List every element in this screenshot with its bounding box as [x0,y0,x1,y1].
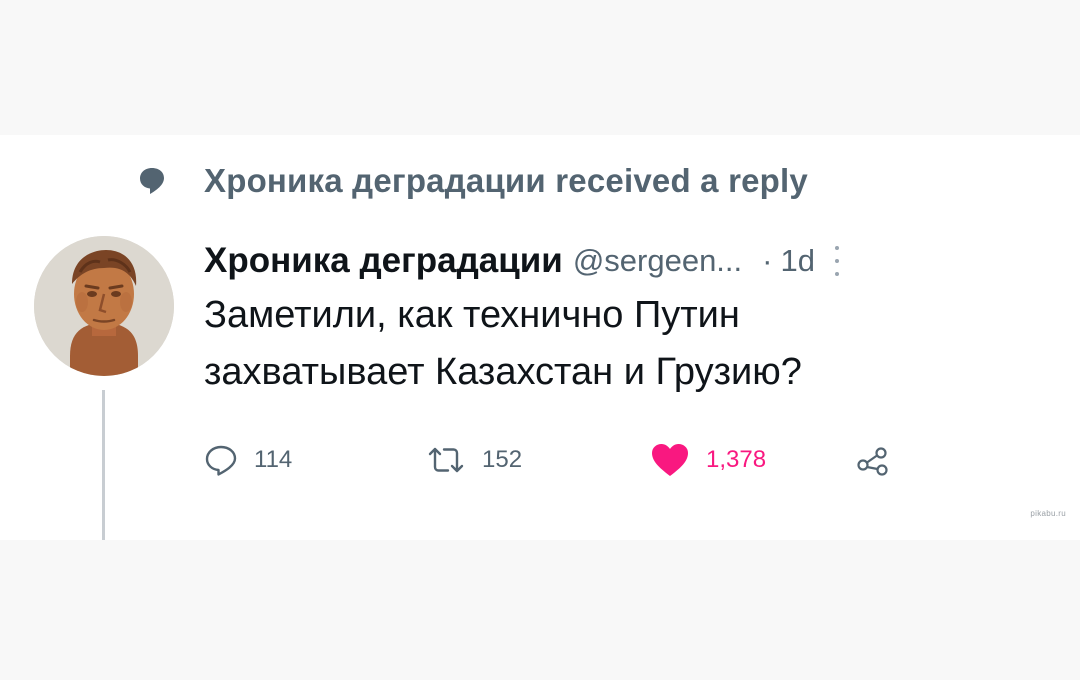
thread-line [102,390,105,540]
timestamp[interactable]: 1d [780,243,814,279]
reply-count: 114 [254,446,293,473]
share-button[interactable] [856,435,890,485]
avatar[interactable] [34,236,174,376]
share-icon [856,443,890,477]
speech-bubble-icon [136,161,168,201]
display-name[interactable]: Хроника деградации [204,241,563,281]
reply-icon [204,443,238,477]
tweet-text-line: Заметили, как технично Путин [204,294,740,336]
heart-icon [650,442,690,478]
separator-dot: · [762,243,773,278]
notification-context: Хроника деградации received a reply [136,161,808,201]
notification-card[interactable]: Хроника деградации received a reply Хрон… [0,135,1080,540]
action-bar: 114 152 1,378 [204,435,924,485]
like-button[interactable]: 1,378 [650,435,766,485]
tweet-text-line: захватывает Казахстан и Грузию? [204,351,802,393]
watermark: pikabu.ru [1030,509,1066,518]
reply-button[interactable]: 114 [204,435,292,485]
tweet-text: Заметили, как технично Путин захватывает… [204,287,1024,401]
more-options-icon[interactable] [831,246,843,276]
retweet-icon [426,443,466,477]
user-handle[interactable]: @sergeen... [573,243,742,279]
notification-text: Хроника деградации received a reply [204,162,808,199]
retweet-count: 152 [482,446,523,473]
like-count: 1,378 [706,446,767,473]
retweet-button[interactable]: 152 [426,435,522,485]
tweet-header: Хроника деградации @sergeen... · 1d [204,237,1044,285]
